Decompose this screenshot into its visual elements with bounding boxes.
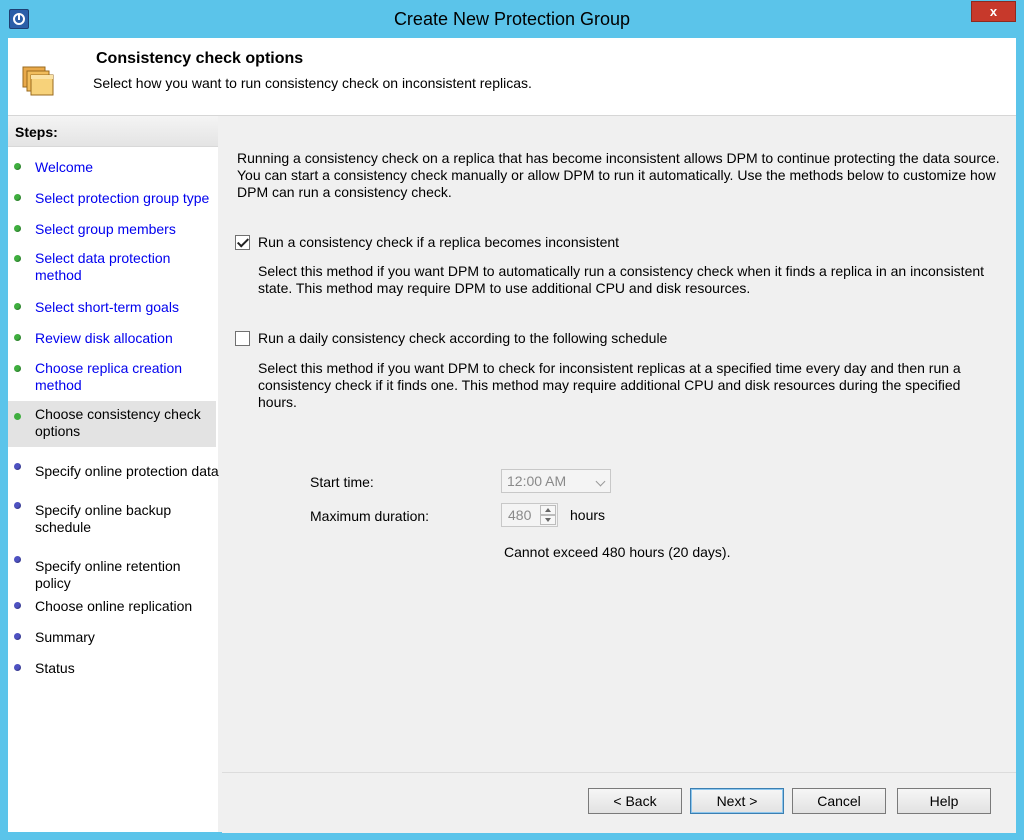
max-duration-stepper[interactable]: 480: [501, 503, 558, 527]
step-label: Review disk allocation: [35, 330, 173, 346]
folders-icon: [22, 66, 54, 96]
title-bar[interactable]: Create New Protection Group x: [0, 0, 1024, 38]
step-select-group-members[interactable]: Select group members: [8, 219, 216, 239]
wizard-content: Consistency check options Select how you…: [8, 38, 1016, 833]
cancel-button[interactable]: Cancel: [792, 788, 886, 814]
step-complete-bullet-icon: [14, 194, 21, 201]
step-label: Specify online protection data: [35, 463, 219, 479]
step-pending-bullet-icon: [14, 633, 21, 640]
inconsistent-replica-checkbox[interactable]: [235, 235, 250, 250]
step-select-protection-group-type[interactable]: Select protection group type: [8, 188, 216, 208]
step-label: Choose replica creation method: [35, 360, 183, 393]
step-select-short-term-goals[interactable]: Select short-term goals: [8, 297, 216, 317]
increment-arrow-icon[interactable]: [540, 505, 556, 515]
button-bar: < Back Next > Cancel Help: [222, 772, 1016, 833]
next-button[interactable]: Next >: [690, 788, 784, 814]
step-summary: Summary: [8, 627, 216, 647]
step-label: Choose online replication: [35, 598, 193, 614]
page-title: Consistency check options: [96, 50, 304, 67]
window-title: Create New Protection Group: [393, 9, 631, 29]
step-label: Choose consistency check options: [35, 406, 201, 439]
step-specify-online-protection-data: Specify online protection data: [8, 461, 219, 481]
steps-heading: Steps:: [8, 116, 218, 147]
max-duration-label: Maximum duration:: [310, 508, 430, 524]
step-choose-replica-creation-method[interactable]: Choose replica creation method: [8, 358, 216, 395]
step-pending-bullet-icon: [14, 463, 21, 470]
step-complete-bullet-icon: [14, 225, 21, 232]
step-status: Status: [8, 658, 216, 678]
step-choose-online-replication: Choose online replication: [8, 596, 216, 616]
start-time-value: 12:00 AM: [507, 473, 567, 489]
step-complete-bullet-icon: [14, 334, 21, 341]
page-header: Consistency check options Select how you…: [8, 38, 1016, 116]
close-button[interactable]: x: [971, 1, 1016, 22]
step-review-disk-allocation[interactable]: Review disk allocation: [8, 328, 216, 348]
daily-check-checkbox[interactable]: [235, 331, 250, 346]
step-label: Specify online backup schedule: [35, 502, 172, 535]
inconsistent-replica-label[interactable]: Run a consistency check if a replica bec…: [258, 234, 619, 250]
duration-unit-label: hours: [570, 507, 606, 523]
step-current-bullet-icon: [14, 413, 21, 420]
step-label: Select protection group type: [35, 190, 210, 206]
wizard-window: Create New Protection Group x Consistenc…: [0, 0, 1024, 840]
back-button[interactable]: < Back: [588, 788, 682, 814]
step-complete-bullet-icon: [14, 163, 21, 170]
start-time-select[interactable]: 12:00 AM: [501, 469, 611, 493]
step-specify-online-retention-policy: Specify online retention policy: [8, 556, 216, 591]
daily-check-label[interactable]: Run a daily consistency check according …: [258, 330, 667, 346]
step-label: Select short-term goals: [35, 299, 179, 315]
decrement-arrow-icon[interactable]: [540, 515, 556, 525]
page-subtitle: Select how you want to run consistency c…: [93, 75, 532, 91]
chevron-down-icon: [595, 476, 606, 487]
inconsistent-replica-description: Select this method if you want DPM to au…: [258, 263, 985, 296]
step-specify-online-backup-schedule: Specify online backup schedule: [8, 500, 216, 537]
help-button[interactable]: Help: [897, 788, 991, 814]
max-duration-value: 480: [508, 507, 532, 523]
step-label: Welcome: [35, 159, 94, 175]
step-welcome[interactable]: Welcome: [8, 157, 216, 177]
step-complete-bullet-icon: [14, 303, 21, 310]
start-time-label: Start time:: [310, 474, 374, 490]
step-pending-bullet-icon: [14, 556, 21, 563]
step-pending-bullet-icon: [14, 502, 21, 509]
step-pending-bullet-icon: [14, 602, 21, 609]
step-label: Specify online retention policy: [35, 558, 181, 591]
step-choose-consistency-check-options[interactable]: Choose consistency check options: [8, 401, 216, 447]
steps-panel: Steps: Welcome Select protection group t…: [8, 116, 219, 832]
intro-text: Running a consistency check on a replica…: [237, 150, 1000, 200]
options-panel: Running a consistency check on a replica…: [222, 116, 1016, 772]
step-pending-bullet-icon: [14, 664, 21, 671]
step-label: Select data protection method: [35, 250, 171, 283]
step-complete-bullet-icon: [14, 255, 21, 262]
daily-check-description: Select this method if you want DPM to ch…: [258, 360, 961, 410]
step-label: Status: [35, 660, 75, 676]
step-label: Summary: [35, 629, 95, 645]
step-select-data-protection-method[interactable]: Select data protection method: [8, 248, 216, 285]
step-complete-bullet-icon: [14, 365, 21, 372]
duration-limit-note: Cannot exceed 480 hours (20 days).: [504, 544, 731, 560]
step-label: Select group members: [35, 221, 176, 237]
